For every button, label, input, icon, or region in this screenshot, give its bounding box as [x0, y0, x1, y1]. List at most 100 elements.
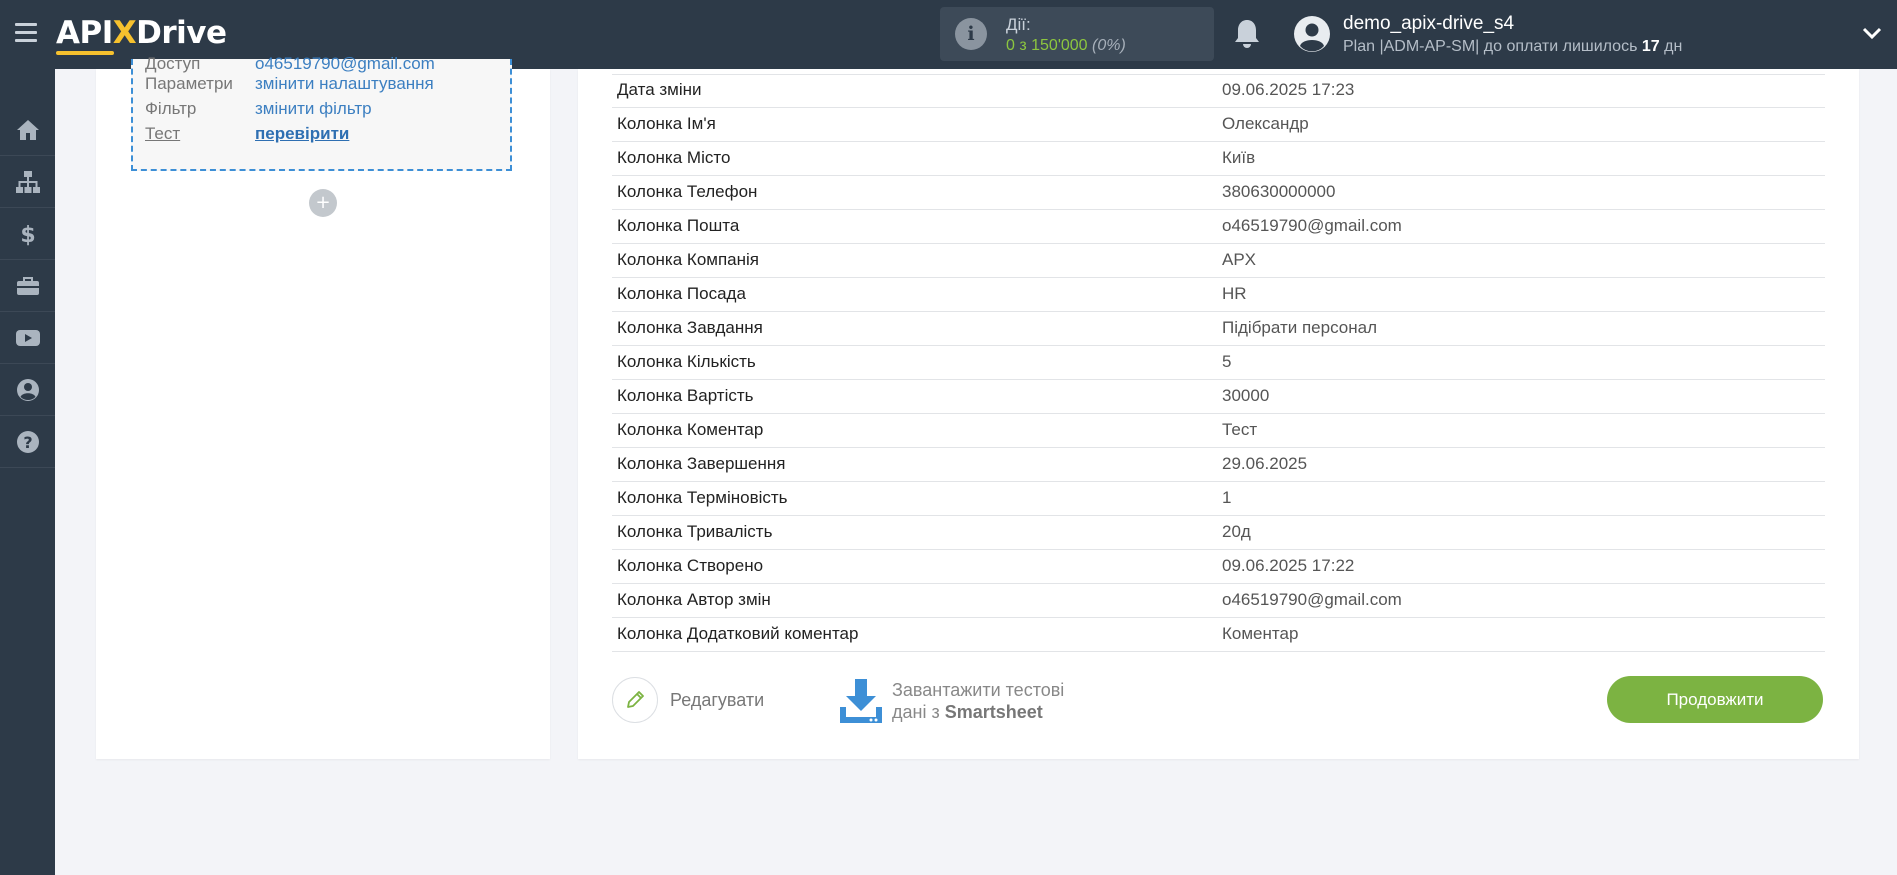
sidebar-item-services[interactable] — [0, 260, 55, 312]
field-name: Колонка Телефон — [617, 182, 758, 201]
field-value: o46519790@gmail.com — [1222, 216, 1402, 235]
field-name: Колонка Ім'я — [617, 114, 716, 133]
sidebar-item-home[interactable] — [0, 104, 55, 156]
params-label: Параметри — [145, 74, 233, 93]
user-name[interactable]: demo_apix-drive_s4 — [1343, 13, 1514, 35]
table-row: Колонка Компанія APX — [612, 244, 1825, 278]
filter-label: Фільтр — [145, 99, 197, 118]
sidebar: $ ? — [0, 69, 55, 875]
field-name: Колонка Завершення — [617, 454, 786, 473]
table-row: Колонка Створено 09.06.2025 17:22 — [612, 550, 1825, 584]
download-source: Smartsheet — [944, 702, 1043, 722]
change-settings-link[interactable]: змінити налаштування — [255, 74, 434, 94]
table-row: Колонка Телефон 380630000000 — [612, 176, 1825, 210]
table-row: Колонка Місто Київ — [612, 142, 1825, 176]
data-table: Дата зміни 09.06.2025 17:23 Колонка Ім'я Ол… — [612, 74, 1825, 652]
field-name: Колонка Створено — [617, 556, 764, 575]
check-link[interactable]: перевірити — [255, 124, 349, 144]
actions-label: Дії: — [1006, 15, 1031, 34]
table-row: Колонка Вартість 30000 — [612, 380, 1825, 414]
field-value: Підібрати персонал — [1222, 318, 1377, 337]
logo[interactable]: APIXDrive — [56, 13, 227, 55]
download-icon — [840, 679, 882, 723]
help-icon: ? — [16, 430, 39, 453]
field-value: 09.06.2025 17:23 — [1222, 80, 1355, 99]
test-label[interactable]: Тест — [145, 124, 255, 144]
field-value: 20д — [1222, 522, 1251, 541]
svg-text:$: $ — [20, 223, 35, 247]
field-name: Колонка Кількість — [617, 352, 756, 371]
field-value: o46519790@gmail.com — [1222, 590, 1402, 609]
source-block[interactable]: Доступ o46519790@gmail.com Параметри змі… — [131, 54, 512, 171]
table-row: Колонка Коментар Тест — [612, 414, 1825, 448]
add-step-button[interactable]: + — [309, 189, 337, 217]
download-text: Завантажити тестові дані з Smartsheet — [892, 679, 1064, 723]
field-value: Коментар — [1222, 624, 1299, 643]
table-row: Колонка Завдання Підібрати персонал — [612, 312, 1825, 346]
user-plan: Plan |ADM-AP-SM| до оплати лишилось 17 д… — [1343, 38, 1682, 56]
dollar-icon: $ — [20, 223, 35, 247]
field-name: Колонка Завдання — [617, 318, 763, 337]
table-row: Колонка Ім'я Олександр — [612, 108, 1825, 142]
table-row: Колонка Кількість 5 — [612, 346, 1825, 380]
bell-icon[interactable] — [1231, 17, 1263, 51]
data-preview-panel: Дата зміни 09.06.2025 17:23 Колонка Ім'я Ол… — [578, 69, 1859, 759]
logo-text-api: API — [56, 15, 113, 51]
load-test-data-button[interactable]: Завантажити тестові дані з Smartsheet — [838, 677, 1064, 725]
table-row: Колонка Пошта o46519790@gmail.com — [612, 210, 1825, 244]
logo-underline — [56, 51, 114, 55]
field-value: 09.06.2025 17:22 — [1222, 556, 1355, 575]
download-line2: дані з Smartsheet — [892, 701, 1064, 723]
table-row: Колонка Завершення 29.06.2025 — [612, 448, 1825, 482]
table-row: Дата зміни 09.06.2025 17:23 — [612, 74, 1825, 108]
sitemap-icon — [15, 170, 40, 193]
field-value: 30000 — [1222, 386, 1270, 405]
table-row: Колонка Додатковий коментар Коментар — [612, 618, 1825, 652]
plan-days-unit: дн — [1664, 38, 1683, 55]
info-icon: i — [955, 18, 987, 50]
sidebar-item-profile[interactable] — [0, 364, 55, 416]
actions-counter: i Дії: 0 з 150'000 (0%) — [940, 7, 1214, 61]
actions-count: 0 з 150'000 — [1006, 37, 1088, 54]
edit-label: Редагувати — [670, 689, 765, 710]
svg-text:?: ? — [23, 433, 32, 452]
field-name: Колонка Вартість — [617, 386, 754, 405]
change-filter-link[interactable]: змінити фільтр — [255, 99, 372, 119]
continue-button[interactable]: Продовжити — [1607, 676, 1823, 723]
sidebar-item-help[interactable]: ? — [0, 416, 55, 468]
sidebar-item-billing[interactable]: $ — [0, 208, 55, 260]
sidebar-item-video[interactable] — [0, 312, 55, 364]
table-row: Колонка Посада HR — [612, 278, 1825, 312]
field-name: Колонка Коментар — [617, 420, 764, 439]
field-name: Колонка Додатковий коментар — [617, 624, 859, 643]
chevron-down-icon[interactable] — [1862, 26, 1882, 40]
download-line1: Завантажити тестові — [892, 680, 1065, 700]
field-value: HR — [1222, 284, 1247, 303]
field-name: Колонка Терміновість — [617, 488, 788, 507]
left-panel: Доступ o46519790@gmail.com Параметри змі… — [96, 54, 550, 759]
field-name: Колонка Компанія — [617, 250, 760, 269]
field-name: Колонка Автор змін — [617, 590, 771, 609]
briefcase-icon — [16, 276, 39, 295]
edit-button[interactable]: Редагувати — [612, 677, 764, 723]
field-name: Колонка Місто — [617, 148, 731, 167]
table-row: Колонка Автор змін o46519790@gmail.com — [612, 584, 1825, 618]
youtube-icon — [15, 329, 40, 346]
access-value[interactable]: o46519790@gmail.com — [255, 54, 435, 74]
logo-text-drive: Drive — [136, 15, 227, 51]
user-circle-icon — [16, 378, 39, 401]
avatar[interactable] — [1294, 16, 1330, 52]
field-value: Олександр — [1222, 114, 1309, 133]
sidebar-item-connections[interactable] — [0, 156, 55, 208]
table-row: Колонка Терміновість 1 — [612, 482, 1825, 516]
field-value: 5 — [1222, 352, 1232, 371]
menu-icon[interactable] — [15, 23, 37, 43]
download-prefix: дані з — [892, 702, 940, 722]
field-value: 29.06.2025 — [1222, 454, 1308, 473]
field-value: APX — [1222, 250, 1257, 269]
field-name: Колонка Пошта — [617, 216, 740, 235]
field-value: Київ — [1222, 148, 1256, 167]
field-name: Колонка Посада — [617, 284, 746, 303]
pencil-icon — [627, 691, 644, 708]
actions-value: 0 з 150'000 (0%) — [1006, 37, 1126, 55]
